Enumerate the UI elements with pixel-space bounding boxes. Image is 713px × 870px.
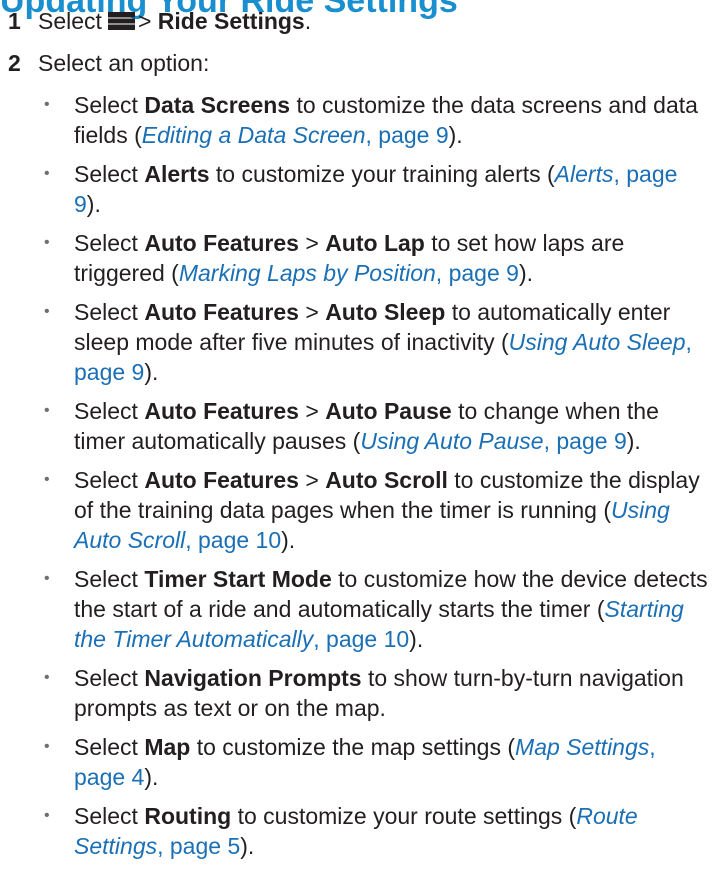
link-page: , page 9 bbox=[543, 428, 627, 454]
link-title: Marking Laps by Position bbox=[178, 260, 436, 286]
option-text: Select bbox=[74, 566, 145, 592]
option-name: Auto Features bbox=[144, 398, 299, 424]
option-name: Navigation Prompts bbox=[144, 665, 362, 691]
link-title: Map Settings bbox=[515, 734, 650, 760]
step-1: 1 Select > Ride Settings. bbox=[8, 6, 708, 36]
period: . bbox=[304, 8, 312, 34]
link-page: , page 10 bbox=[185, 527, 282, 553]
option-text: Select bbox=[74, 398, 145, 424]
link-title: Using Auto Sleep bbox=[508, 329, 686, 355]
option-subname: Auto Pause bbox=[325, 398, 452, 424]
step-number: 1 bbox=[8, 8, 21, 34]
option-name: Map bbox=[144, 734, 191, 760]
closing-text: ). bbox=[281, 527, 296, 553]
closing-text: ). bbox=[448, 122, 463, 148]
cross-reference-link[interactable]: Editing a Data Screen, page 9 bbox=[142, 122, 449, 148]
closing-text: ). bbox=[144, 764, 159, 790]
option-name: Timer Start Mode bbox=[144, 566, 332, 592]
step-2: 2 Select an option: bbox=[8, 48, 708, 78]
closing-text: ). bbox=[626, 428, 641, 454]
link-page: , page 9 bbox=[435, 260, 519, 286]
instructions: 1 Select > Ride Settings. 2 Select an opt… bbox=[8, 6, 708, 870]
menu-target: Ride Settings bbox=[157, 8, 305, 34]
option-subname: Auto Scroll bbox=[325, 467, 448, 493]
separator: > bbox=[298, 230, 326, 256]
list-item: Select Map to customize the map settings… bbox=[44, 732, 708, 792]
option-description: to customize your training alerts ( bbox=[209, 161, 555, 187]
option-text: Select bbox=[74, 161, 145, 187]
step-text: Select bbox=[38, 8, 102, 34]
closing-text: ). bbox=[409, 626, 424, 652]
separator: > bbox=[137, 8, 152, 34]
option-name: Alerts bbox=[144, 161, 210, 187]
cross-reference-link[interactable]: Marking Laps by Position, page 9 bbox=[179, 260, 519, 286]
option-text: Select bbox=[74, 734, 145, 760]
closing-text: ). bbox=[240, 833, 255, 859]
link-title: Editing a Data Screen bbox=[141, 122, 366, 148]
option-name: Auto Features bbox=[144, 299, 299, 325]
option-text: Select bbox=[74, 467, 145, 493]
list-item: Select Auto Features > Auto Scroll to cu… bbox=[44, 465, 708, 555]
option-name: Routing bbox=[144, 803, 232, 829]
closing-text: ). bbox=[86, 191, 101, 217]
list-item: Select Auto Features > Auto Lap to set h… bbox=[44, 228, 708, 288]
step-text: Select an option: bbox=[38, 50, 210, 76]
option-list: Select Data Screens to customize the dat… bbox=[8, 90, 708, 861]
list-item: Select Auto Features > Auto Sleep to aut… bbox=[44, 297, 708, 387]
link-page: , page 10 bbox=[313, 626, 410, 652]
menu-icon bbox=[107, 12, 135, 30]
option-text: Select bbox=[74, 230, 145, 256]
list-item: Select Auto Features > Auto Pause to cha… bbox=[44, 396, 708, 456]
link-title: Alerts bbox=[554, 161, 614, 187]
option-text: Select bbox=[74, 803, 145, 829]
list-item: Select Data Screens to customize the dat… bbox=[44, 90, 708, 150]
option-text: Select bbox=[74, 299, 145, 325]
cross-reference-link[interactable]: Using Auto Pause, page 9 bbox=[360, 428, 626, 454]
step-number: 2 bbox=[8, 50, 21, 76]
closing-text: ). bbox=[518, 260, 533, 286]
option-subname: Auto Sleep bbox=[325, 299, 446, 325]
separator: > bbox=[298, 398, 326, 424]
option-description: to customize the map settings ( bbox=[190, 734, 516, 760]
list-item: Select Navigation Prompts to show turn-b… bbox=[44, 663, 708, 723]
option-subname: Auto Lap bbox=[325, 230, 425, 256]
option-name: Auto Features bbox=[144, 467, 299, 493]
link-page: , page 9 bbox=[365, 122, 449, 148]
link-page: , page 5 bbox=[157, 833, 241, 859]
list-item: Select Alerts to customize your training… bbox=[44, 159, 708, 219]
option-name: Auto Features bbox=[144, 230, 299, 256]
option-name: Data Screens bbox=[144, 92, 291, 118]
separator: > bbox=[298, 467, 326, 493]
list-item: Select Timer Start Mode to customize how… bbox=[44, 564, 708, 654]
option-text: Select bbox=[74, 92, 145, 118]
closing-text: ). bbox=[144, 359, 159, 385]
separator: > bbox=[298, 299, 326, 325]
option-text: Select bbox=[74, 665, 145, 691]
list-item: Select Routing to customize your route s… bbox=[44, 801, 708, 861]
link-title: Using Auto Pause bbox=[360, 428, 544, 454]
option-description: to customize your route settings ( bbox=[231, 803, 577, 829]
